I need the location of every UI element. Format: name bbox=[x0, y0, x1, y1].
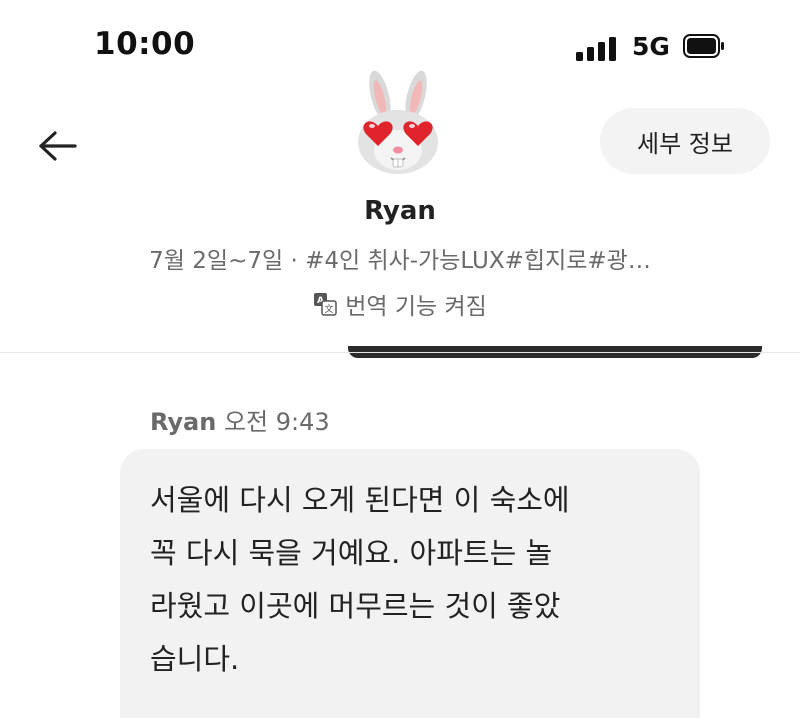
message-sender: Ryan bbox=[150, 408, 217, 436]
status-time: 10:00 bbox=[94, 26, 196, 62]
header-divider bbox=[0, 352, 800, 353]
message-text: 서울에 다시 오게 된다면 이 숙소에 꼭 다시 묵을 거예요. 아파트는 놀 … bbox=[150, 483, 570, 676]
translation-status-label: 번역 기능 켜짐 bbox=[345, 294, 487, 320]
host-name: Ryan bbox=[364, 196, 436, 226]
battery-full-icon bbox=[683, 34, 724, 58]
network-type: 5G bbox=[632, 32, 670, 61]
translation-status[interactable]: A 文 번역 기능 켜짐 bbox=[0, 287, 800, 321]
message-time: 오전 9:43 bbox=[223, 408, 330, 436]
details-button[interactable]: 세부 정보 bbox=[600, 108, 770, 174]
trip-summary[interactable]: 7월 2일~7일 · #4인 취사-가능LUX#힙지로#광… bbox=[100, 241, 700, 275]
arrow-left-icon bbox=[39, 131, 77, 161]
message-meta: Ryan 오전 9:43 bbox=[150, 402, 330, 437]
translate-icon: A 文 bbox=[314, 293, 337, 316]
message-thread-screen: 10:00 5G 세부 정보 Ryan 7월 2일~7일 · #4인 취사-가능… bbox=[0, 0, 800, 718]
back-button[interactable] bbox=[30, 118, 86, 174]
signal-bars-icon bbox=[576, 35, 618, 61]
avatar bbox=[358, 70, 438, 174]
svg-text:文: 文 bbox=[325, 303, 334, 315]
